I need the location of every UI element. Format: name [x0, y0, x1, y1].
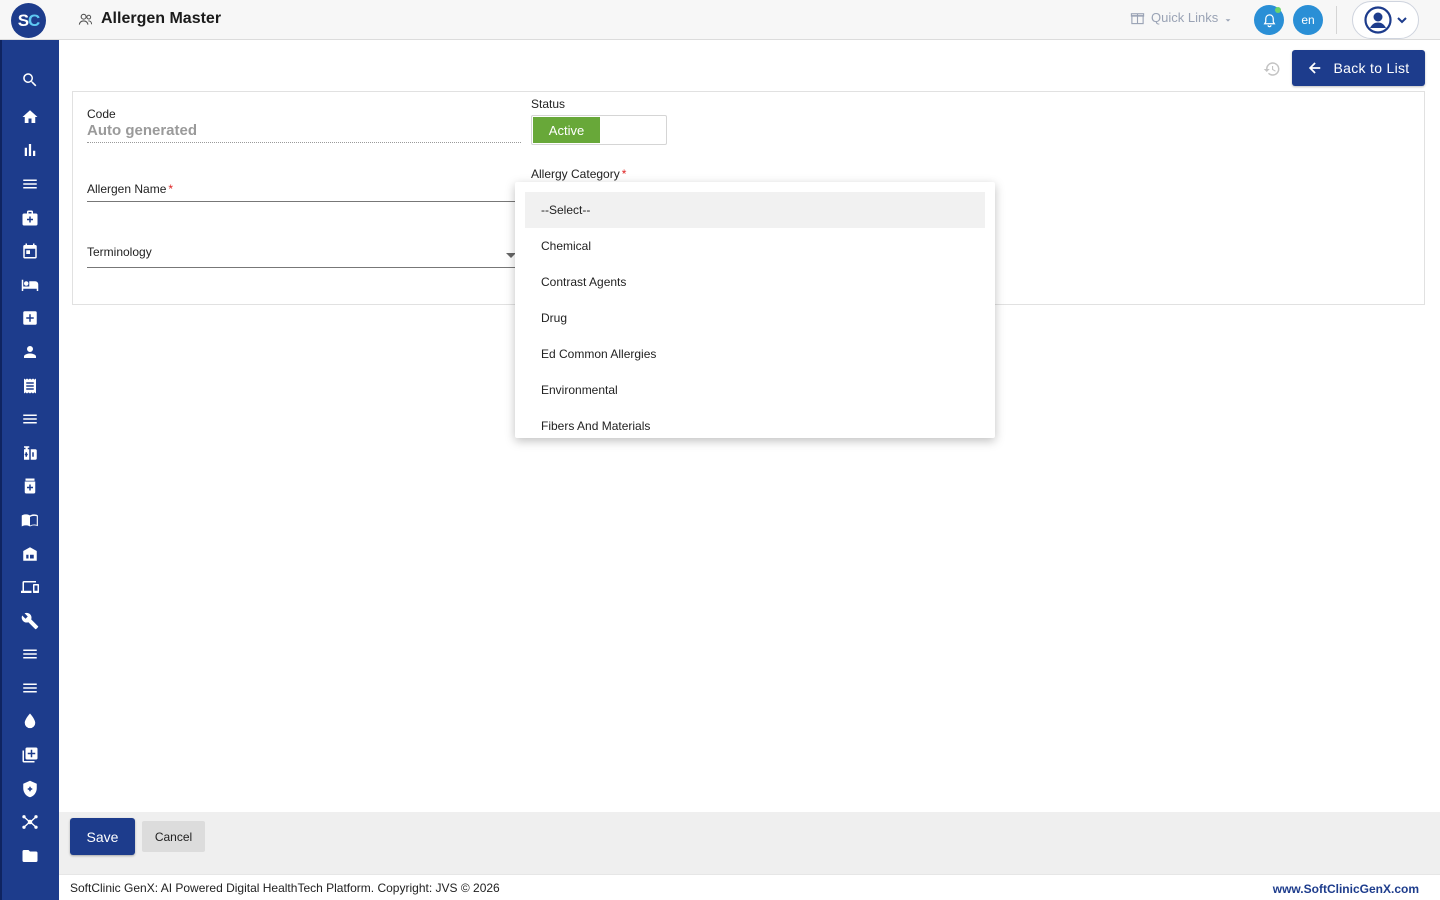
dropdown-option[interactable]: Ed Common Allergies [525, 336, 985, 372]
pharmacy-icon[interactable] [19, 442, 41, 464]
quick-links-label: Quick Links [1151, 10, 1219, 25]
code-value: Auto generated [87, 122, 198, 139]
chevron-down-icon [1396, 17, 1407, 24]
status-toggle[interactable]: Active [531, 115, 667, 145]
book-icon[interactable] [19, 509, 41, 531]
top-bar: SC Allergen Master Quick Links en [0, 0, 1440, 40]
required-mark: * [168, 182, 174, 196]
menu-icon[interactable] [19, 408, 41, 430]
medical-bag-icon[interactable] [19, 207, 41, 229]
arrow-left-icon [1308, 62, 1320, 74]
medical-cross-icon[interactable] [19, 307, 41, 329]
add-library-icon[interactable] [19, 744, 41, 766]
person-icon[interactable] [19, 341, 41, 363]
dropdown-option[interactable]: Drug [525, 300, 985, 336]
logo-letter-c: C [28, 10, 40, 30]
allergy-category-dropdown[interactable]: --Select-- Chemical Contrast Agents Drug… [515, 182, 995, 438]
search-icon[interactable] [19, 69, 41, 91]
sidebar [0, 40, 59, 900]
receipt-icon[interactable] [19, 375, 41, 397]
allergy-category-label-text: Allergy Category [531, 167, 620, 181]
code-field-underline [87, 142, 521, 143]
bell-icon [1263, 13, 1275, 27]
bed-icon[interactable] [19, 274, 41, 296]
devices-icon[interactable] [19, 576, 41, 598]
back-to-list-button[interactable]: Back to List [1292, 50, 1425, 86]
shield-icon[interactable] [19, 778, 41, 800]
menu-icon[interactable] [19, 677, 41, 699]
notifications-button[interactable] [1254, 5, 1284, 35]
menu-icon[interactable] [19, 173, 41, 195]
website-link[interactable]: www.SoftClinicGenX.com [1273, 882, 1419, 896]
allergen-people-icon [78, 13, 93, 25]
calendar-icon[interactable] [19, 240, 41, 262]
back-to-list-label: Back to List [1333, 60, 1410, 76]
page-title-group: Allergen Master [78, 10, 221, 28]
allergen-name-label-text: Allergen Name [87, 182, 167, 196]
form-action-bar [59, 812, 1440, 874]
terminology-label: Terminology [87, 245, 152, 259]
history-icon[interactable] [1263, 60, 1281, 78]
notification-dot [1275, 7, 1281, 13]
network-icon[interactable] [19, 811, 41, 833]
quick-links-menu[interactable]: Quick Links [1130, 10, 1232, 25]
status-active-option[interactable]: Active [533, 117, 600, 143]
chevron-down-icon [1225, 18, 1231, 22]
profile-menu[interactable] [1352, 1, 1419, 39]
bar-chart-icon[interactable] [19, 139, 41, 161]
status-label: Status [531, 97, 566, 111]
allergen-name-label: Allergen Name * [87, 182, 173, 196]
medicine-bottle-icon[interactable] [19, 475, 41, 497]
header-divider [1336, 6, 1337, 34]
store-icon[interactable] [19, 543, 41, 565]
dropdown-option[interactable]: Fibers And Materials [525, 408, 985, 438]
allergen-name-input[interactable] [87, 201, 517, 202]
logo-letter-s: S [17, 10, 29, 30]
footer: SoftClinic GenX: AI Powered Digital Heal… [59, 874, 1440, 900]
terminology-select[interactable] [87, 267, 517, 268]
dropdown-option[interactable]: Chemical [525, 228, 985, 264]
wrench-icon[interactable] [19, 610, 41, 632]
home-icon[interactable] [19, 106, 41, 128]
gift-box-icon [1130, 13, 1145, 25]
dropdown-option[interactable]: --Select-- [525, 192, 985, 228]
allergy-category-label: Allergy Category * [531, 167, 626, 181]
cancel-button[interactable]: Cancel [142, 821, 205, 852]
app-logo[interactable]: SC [11, 3, 46, 38]
copyright-text: SoftClinic GenX: AI Powered Digital Heal… [70, 881, 500, 895]
blood-drop-icon[interactable] [19, 710, 41, 732]
page-title: Allergen Master [101, 10, 222, 27]
user-avatar-icon [1363, 6, 1392, 34]
folder-icon[interactable] [19, 845, 41, 867]
dropdown-option[interactable]: Contrast Agents [525, 264, 985, 300]
required-mark: * [621, 167, 627, 181]
language-button[interactable]: en [1293, 5, 1323, 35]
dropdown-option[interactable]: Environmental [525, 372, 985, 408]
save-button[interactable]: Save [70, 818, 135, 855]
menu-icon[interactable] [19, 643, 41, 665]
code-label: Code [87, 107, 116, 121]
